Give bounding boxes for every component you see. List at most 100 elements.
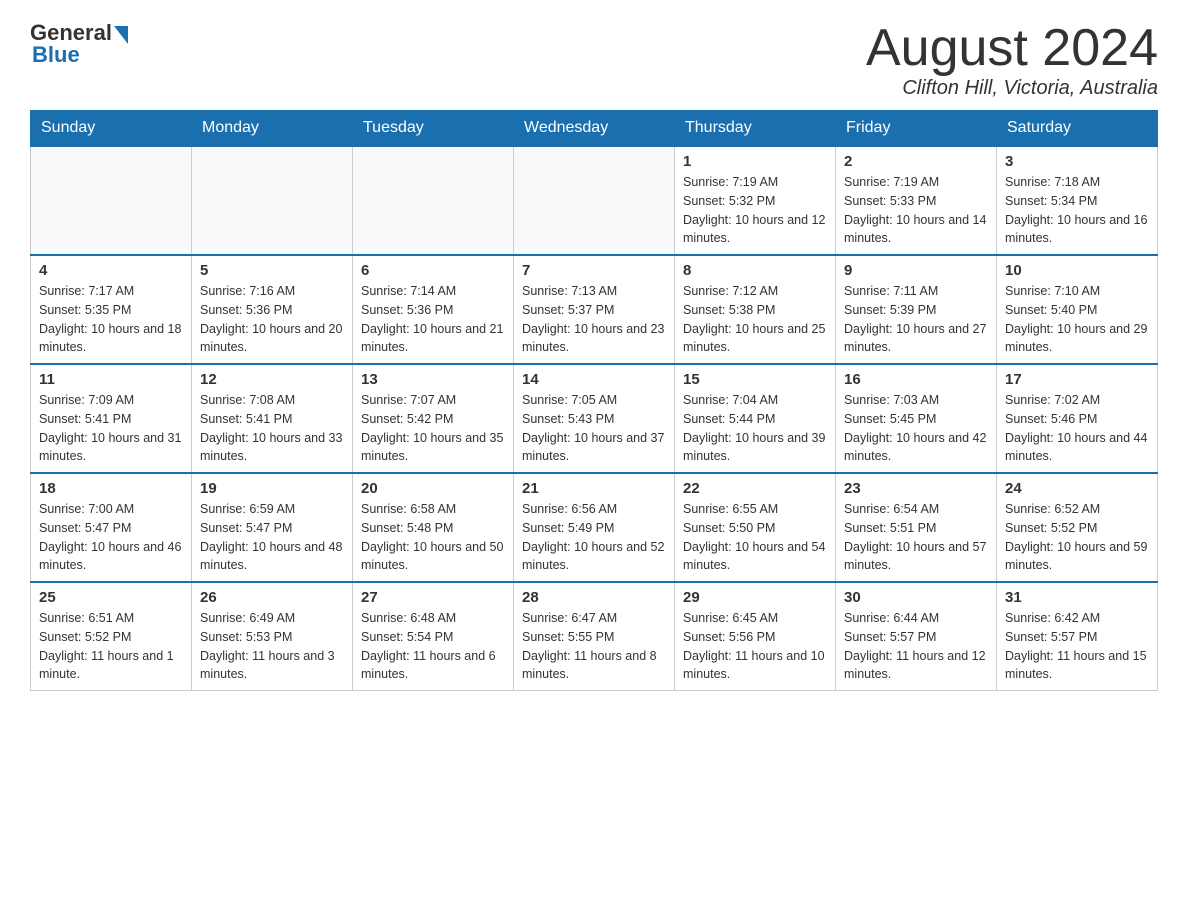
calendar-day-cell: 16 Sunrise: 7:03 AMSunset: 5:45 PMDayligh… [836,364,997,473]
calendar-day-cell [31,146,192,255]
calendar-day-cell: 14 Sunrise: 7:05 AMSunset: 5:43 PMDayligh… [514,364,675,473]
calendar-day-cell: 21 Sunrise: 6:56 AMSunset: 5:49 PMDayligh… [514,473,675,582]
calendar-day-cell: 13 Sunrise: 7:07 AMSunset: 5:42 PMDayligh… [353,364,514,473]
day-number: 13 [361,371,505,388]
day-number: 28 [522,589,666,606]
day-number: 11 [39,371,183,388]
day-info: Sunrise: 6:59 AMSunset: 5:47 PMDaylight:… [200,500,344,575]
weekday-header: Tuesday [353,111,514,147]
logo: General Blue [30,20,128,68]
calendar-day-cell [353,146,514,255]
day-number: 22 [683,480,827,497]
day-info: Sunrise: 6:47 AMSunset: 5:55 PMDaylight:… [522,609,666,684]
day-info: Sunrise: 6:55 AMSunset: 5:50 PMDaylight:… [683,500,827,575]
day-info: Sunrise: 7:03 AMSunset: 5:45 PMDaylight:… [844,391,988,466]
day-info: Sunrise: 7:11 AMSunset: 5:39 PMDaylight:… [844,282,988,357]
weekday-header: Friday [836,111,997,147]
calendar-day-cell: 26Sunrise: 6:49 AMSunset: 5:53 PMDayligh… [192,582,353,691]
day-number: 7 [522,262,666,279]
day-number: 14 [522,371,666,388]
day-info: Sunrise: 6:52 AMSunset: 5:52 PMDaylight:… [1005,500,1149,575]
calendar-day-cell: 23 Sunrise: 6:54 AMSunset: 5:51 PMDayligh… [836,473,997,582]
day-number: 9 [844,262,988,279]
day-info: Sunrise: 7:14 AMSunset: 5:36 PMDaylight:… [361,282,505,357]
day-number: 16 [844,371,988,388]
weekday-header: Wednesday [514,111,675,147]
calendar-day-cell: 6Sunrise: 7:14 AMSunset: 5:36 PMDaylight… [353,255,514,364]
calendar-day-cell: 29Sunrise: 6:45 AMSunset: 5:56 PMDayligh… [675,582,836,691]
weekday-header: Saturday [997,111,1158,147]
day-info: Sunrise: 7:07 AMSunset: 5:42 PMDaylight:… [361,391,505,466]
calendar-week-row: 11 Sunrise: 7:09 AMSunset: 5:41 PMDayligh… [31,364,1158,473]
day-info: Sunrise: 7:10 AMSunset: 5:40 PMDaylight:… [1005,282,1149,357]
day-info: Sunrise: 7:00 AMSunset: 5:47 PMDaylight:… [39,500,183,575]
calendar-day-cell: 30 Sunrise: 6:44 AMSunset: 5:57 PMDayligh… [836,582,997,691]
day-info: Sunrise: 7:18 AMSunset: 5:34 PMDaylight:… [1005,173,1149,248]
calendar-week-row: 4Sunrise: 7:17 AMSunset: 5:35 PMDaylight… [31,255,1158,364]
day-number: 24 [1005,480,1149,497]
day-info: Sunrise: 6:51 AMSunset: 5:52 PMDaylight:… [39,609,183,684]
calendar-day-cell: 19Sunrise: 6:59 AMSunset: 5:47 PMDayligh… [192,473,353,582]
day-info: Sunrise: 6:44 AMSunset: 5:57 PMDaylight:… [844,609,988,684]
day-number: 12 [200,371,344,388]
calendar-week-row: 25 Sunrise: 6:51 AMSunset: 5:52 PMDayligh… [31,582,1158,691]
day-info: Sunrise: 6:58 AMSunset: 5:48 PMDaylight:… [361,500,505,575]
day-info: Sunrise: 7:05 AMSunset: 5:43 PMDaylight:… [522,391,666,466]
calendar-table: SundayMondayTuesdayWednesdayThursdayFrid… [30,110,1158,691]
day-info: Sunrise: 7:04 AMSunset: 5:44 PMDaylight:… [683,391,827,466]
day-info: Sunrise: 6:42 AMSunset: 5:57 PMDaylight:… [1005,609,1149,684]
day-info: Sunrise: 7:19 AMSunset: 5:33 PMDaylight:… [844,173,988,248]
calendar-day-cell: 12 Sunrise: 7:08 AMSunset: 5:41 PMDayligh… [192,364,353,473]
day-number: 10 [1005,262,1149,279]
day-number: 4 [39,262,183,279]
calendar-day-cell: 15Sunrise: 7:04 AMSunset: 5:44 PMDayligh… [675,364,836,473]
calendar-day-cell: 2 Sunrise: 7:19 AMSunset: 5:33 PMDaylight… [836,146,997,255]
calendar-day-cell: 11 Sunrise: 7:09 AMSunset: 5:41 PMDayligh… [31,364,192,473]
calendar-day-cell: 9 Sunrise: 7:11 AMSunset: 5:39 PMDaylight… [836,255,997,364]
calendar-day-cell: 22 Sunrise: 6:55 AMSunset: 5:50 PMDayligh… [675,473,836,582]
calendar-week-row: 18 Sunrise: 7:00 AMSunset: 5:47 PMDayligh… [31,473,1158,582]
calendar-day-cell: 1 Sunrise: 7:19 AMSunset: 5:32 PMDaylight… [675,146,836,255]
day-number: 5 [200,262,344,279]
day-info: Sunrise: 6:48 AMSunset: 5:54 PMDaylight:… [361,609,505,684]
day-info: Sunrise: 7:02 AMSunset: 5:46 PMDaylight:… [1005,391,1149,466]
calendar-day-cell: 24 Sunrise: 6:52 AMSunset: 5:52 PMDayligh… [997,473,1158,582]
calendar-day-cell: 25 Sunrise: 6:51 AMSunset: 5:52 PMDayligh… [31,582,192,691]
calendar-day-cell: 4Sunrise: 7:17 AMSunset: 5:35 PMDaylight… [31,255,192,364]
calendar-week-row: 1 Sunrise: 7:19 AMSunset: 5:32 PMDaylight… [31,146,1158,255]
day-number: 8 [683,262,827,279]
day-number: 25 [39,589,183,606]
weekday-header: Monday [192,111,353,147]
day-number: 20 [361,480,505,497]
day-info: Sunrise: 7:19 AMSunset: 5:32 PMDaylight:… [683,173,827,248]
day-number: 29 [683,589,827,606]
title-section: August 2024 Clifton Hill, Victoria, Aust… [866,20,1158,100]
day-info: Sunrise: 7:16 AMSunset: 5:36 PMDaylight:… [200,282,344,357]
calendar-day-cell: 3 Sunrise: 7:18 AMSunset: 5:34 PMDaylight… [997,146,1158,255]
day-number: 2 [844,153,988,170]
calendar-day-cell [514,146,675,255]
day-number: 18 [39,480,183,497]
weekday-header: Thursday [675,111,836,147]
calendar-day-cell: 20 Sunrise: 6:58 AMSunset: 5:48 PMDayligh… [353,473,514,582]
day-number: 30 [844,589,988,606]
day-info: Sunrise: 7:08 AMSunset: 5:41 PMDaylight:… [200,391,344,466]
calendar-day-cell: 31 Sunrise: 6:42 AMSunset: 5:57 PMDayligh… [997,582,1158,691]
day-info: Sunrise: 7:09 AMSunset: 5:41 PMDaylight:… [39,391,183,466]
day-number: 21 [522,480,666,497]
day-info: Sunrise: 6:56 AMSunset: 5:49 PMDaylight:… [522,500,666,575]
day-number: 31 [1005,589,1149,606]
page-header: General Blue August 2024 Clifton Hill, V… [30,20,1158,100]
calendar-day-cell: 10 Sunrise: 7:10 AMSunset: 5:40 PMDayligh… [997,255,1158,364]
calendar-day-cell: 7 Sunrise: 7:13 AMSunset: 5:37 PMDaylight… [514,255,675,364]
day-number: 1 [683,153,827,170]
day-info: Sunrise: 6:54 AMSunset: 5:51 PMDaylight:… [844,500,988,575]
calendar-day-cell: 5 Sunrise: 7:16 AMSunset: 5:36 PMDaylight… [192,255,353,364]
day-number: 3 [1005,153,1149,170]
day-number: 27 [361,589,505,606]
calendar-day-cell [192,146,353,255]
day-number: 23 [844,480,988,497]
weekday-header: Sunday [31,111,192,147]
day-info: Sunrise: 7:13 AMSunset: 5:37 PMDaylight:… [522,282,666,357]
day-number: 26 [200,589,344,606]
